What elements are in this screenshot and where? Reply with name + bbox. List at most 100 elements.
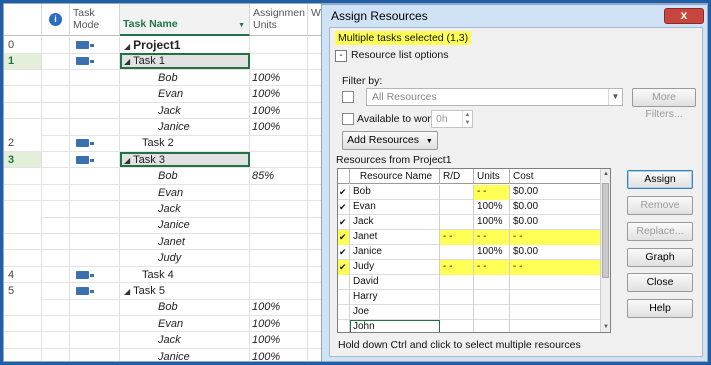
task-mode-cell[interactable] [70,299,120,315]
assignment-units-cell[interactable]: 85% [250,168,308,184]
scroll-down-icon[interactable]: ▼ [601,322,610,332]
row-id[interactable] [4,201,42,217]
available-to-work-checkbox[interactable] [342,113,354,125]
assignment-units-cell[interactable] [250,184,308,201]
units-cell[interactable]: - - [474,230,510,245]
resource-list-options-label[interactable]: Resource list options [351,49,448,61]
cost-cell[interactable]: $0.00 [510,185,602,200]
task-mode-cell[interactable] [70,102,120,119]
assignment-row[interactable]: Janet [4,233,324,251]
row-id[interactable] [4,119,42,135]
task-mode-cell[interactable] [70,217,120,233]
task-name-cell[interactable]: Evan [120,315,250,332]
units-cell[interactable]: 100% [474,245,510,260]
task-name-cell[interactable]: Janice [120,119,250,135]
task-mode-cell[interactable] [70,69,120,86]
row-id[interactable] [4,250,42,266]
units-cell[interactable]: 100% [474,215,510,230]
filter-select[interactable]: All Resources ▼ [366,88,623,106]
task-name-cell[interactable]: Evan [120,86,250,102]
cost-cell[interactable] [510,320,602,332]
task-name-column-header[interactable]: Task Name ▼ [120,4,250,36]
task-mode-cell[interactable] [70,86,120,102]
resource-name-cell[interactable]: Jack [350,215,440,230]
resource-name-column-header[interactable]: Resource Name [350,169,440,184]
task-mode-cell[interactable] [70,233,120,250]
units-cell[interactable] [474,275,510,290]
available-hours-input[interactable]: 0h ▲ ▼ [431,110,473,128]
task-mode-cell[interactable] [70,348,120,361]
assignment-row[interactable]: Bob 100% [4,69,324,87]
dropdown-arrow-icon[interactable]: ▼ [238,20,245,32]
collapse-triangle-icon[interactable]: ◢ [124,287,130,296]
assign-button[interactable]: Assign [627,170,693,189]
replace-button[interactable]: Replace... [627,222,693,241]
task-name-cell[interactable]: Task 2 [120,135,250,151]
assignment-units-cell[interactable] [250,201,308,217]
rd-cell[interactable]: - - [440,230,474,245]
assignment-row[interactable]: Janice 100% [4,119,324,136]
add-resources-button[interactable]: Add Resources ▼ [342,131,438,150]
cost-cell[interactable]: $0.00 [510,245,602,260]
assignment-row[interactable]: Janice 100% [4,348,324,361]
assignment-row[interactable]: Jack [4,201,324,218]
resource-name-cell[interactable]: Harry [350,290,440,305]
cost-cell[interactable]: $0.00 [510,200,602,215]
row-id[interactable]: 1 [4,53,42,69]
assignment-row[interactable]: Bob 100% [4,299,324,316]
task-row[interactable]: 2 Task 2 [4,135,324,152]
task-mode-cell[interactable] [70,315,120,332]
scroll-up-icon[interactable]: ▲ [601,169,610,179]
cost-column-header[interactable]: Cost [510,169,602,184]
assignment-units-cell[interactable]: 100% [250,332,308,348]
task-name-cell[interactable]: Jack [120,332,250,348]
rd-cell[interactable] [440,290,474,305]
task-row[interactable]: 0 ◢ Project1 [4,37,324,54]
task-mode-cell[interactable] [70,119,120,135]
cost-cell[interactable] [510,290,602,305]
task-name-cell[interactable]: Evan [120,184,250,201]
resource-name-cell[interactable]: Janice [350,245,440,260]
resources-scrollbar[interactable]: ▲ ▼ [600,169,610,332]
assignment-units-cell[interactable] [250,233,308,250]
assignment-row[interactable]: Evan [4,184,324,202]
units-cell[interactable] [474,290,510,305]
options-collapse-icon[interactable]: - [335,50,347,62]
assignment-units-cell[interactable] [250,53,308,69]
task-mode-cell[interactable] [70,168,120,184]
units-cell[interactable] [474,305,510,320]
assignment-units-cell[interactable] [250,135,308,151]
help-button[interactable]: Help [627,299,693,318]
assignment-units-cell[interactable]: 100% [250,299,308,315]
assignment-units-column-header[interactable]: Assignmen Units [250,4,308,36]
units-cell[interactable]: - - [474,185,510,200]
assignment-units-cell[interactable]: 100% [250,348,308,361]
task-name-cell[interactable]: Janice [120,217,250,233]
task-name-cell[interactable]: Bob [120,299,250,315]
row-id[interactable] [4,299,42,315]
rd-cell[interactable] [440,245,474,260]
task-name-cell[interactable]: ◢ Task 3 [120,151,250,168]
cost-cell[interactable]: $0.00 [510,215,602,230]
assignment-units-cell[interactable] [250,37,308,53]
rd-cell[interactable] [440,305,474,320]
row-id[interactable] [4,332,42,348]
row-id[interactable] [4,69,42,86]
resource-row[interactable]: John [338,320,602,332]
task-name-cell[interactable]: Bob [120,69,250,86]
task-mode-cell[interactable] [70,135,120,151]
rd-column-header[interactable]: R/D [440,169,474,184]
more-filters-button[interactable]: More Filters... [632,88,696,120]
task-row[interactable]: 5 ◢ Task 5 [4,283,324,300]
task-row[interactable]: 3 ◢ Task 3 [4,151,324,169]
assignment-row[interactable]: Evan 100% [4,86,324,103]
rd-cell[interactable] [440,185,474,200]
task-mode-column-header[interactable]: Task Mode [70,4,120,36]
row-id[interactable]: 5 [4,283,42,299]
row-id[interactable] [4,86,42,102]
assignment-units-cell[interactable]: 100% [250,86,308,102]
task-mode-cell[interactable] [70,266,120,283]
graph-button[interactable]: Graph [627,248,693,267]
task-mode-cell[interactable] [70,201,120,217]
assignment-units-cell[interactable]: 100% [250,119,308,135]
